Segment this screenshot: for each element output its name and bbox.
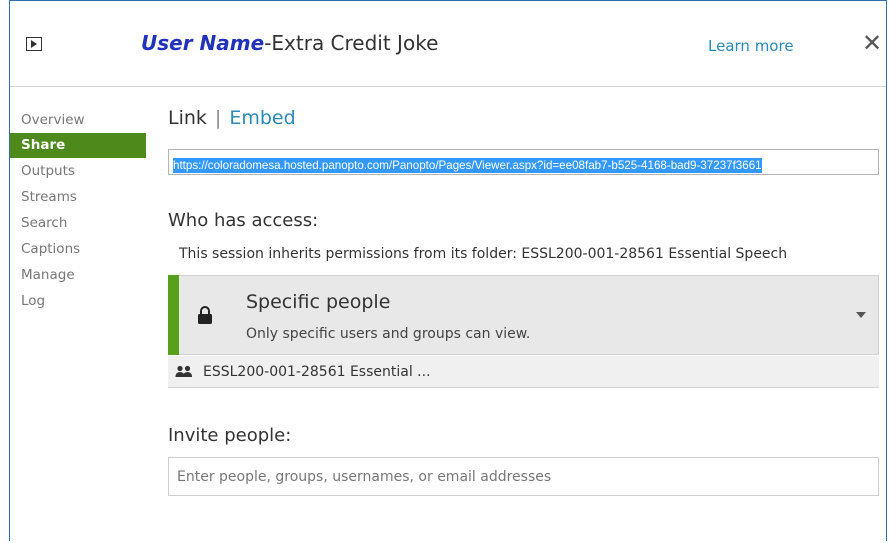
group-access-row: ESSL200-001-28561 Essential ...: [168, 356, 879, 388]
share-tabs: Link | Embed: [168, 107, 296, 129]
session-title-text: -Extra Credit Joke: [264, 31, 439, 55]
sidebar-item-outputs[interactable]: Outputs: [10, 158, 146, 184]
share-dialog: User Name-Extra Credit Joke Learn more ✕…: [9, 0, 887, 541]
group-name: ESSL200-001-28561 Essential ...: [203, 364, 431, 380]
sidebar-item-overview[interactable]: Overview: [10, 107, 146, 133]
sidebar-item-manage[interactable]: Manage: [10, 262, 146, 288]
session-title: User Name-Extra Credit Joke: [141, 31, 438, 55]
sidebar-nav: Overview Share Outputs Streams Search Ca…: [10, 107, 146, 314]
play-icon: [26, 37, 42, 51]
sidebar-item-search[interactable]: Search: [10, 210, 146, 236]
permission-accent-bar: [168, 275, 179, 355]
access-heading: Who has access:: [168, 210, 319, 231]
dialog-header: User Name-Extra Credit Joke Learn more ✕: [10, 1, 886, 87]
invite-heading: Invite people:: [168, 425, 292, 446]
share-url-field[interactable]: https://coloradomesa.hosted.panopto.com/…: [168, 149, 879, 175]
inherit-notice: This session inherits permissions from i…: [179, 246, 788, 262]
learn-more-link[interactable]: Learn more: [708, 37, 794, 55]
permission-dropdown[interactable]: Specific people Only specific users and …: [168, 275, 879, 355]
share-url-text[interactable]: https://coloradomesa.hosted.panopto.com/…: [173, 158, 762, 173]
sidebar-item-streams[interactable]: Streams: [10, 184, 146, 210]
sidebar-item-captions[interactable]: Captions: [10, 236, 146, 262]
sidebar-item-log[interactable]: Log: [10, 288, 146, 314]
permission-subtitle: Only specific users and groups can view.: [246, 326, 531, 342]
lock-icon: [198, 306, 212, 324]
invite-input[interactable]: [168, 457, 879, 496]
group-icon: [175, 365, 192, 377]
chevron-down-icon[interactable]: [856, 312, 866, 318]
user-name: User Name: [141, 31, 265, 55]
permission-title: Specific people: [246, 291, 391, 313]
sidebar-item-share[interactable]: Share: [10, 133, 146, 158]
close-icon[interactable]: ✕: [862, 31, 882, 55]
tab-link[interactable]: Link: [168, 107, 207, 129]
tab-embed[interactable]: Embed: [229, 107, 295, 129]
tab-separator: |: [214, 107, 222, 129]
